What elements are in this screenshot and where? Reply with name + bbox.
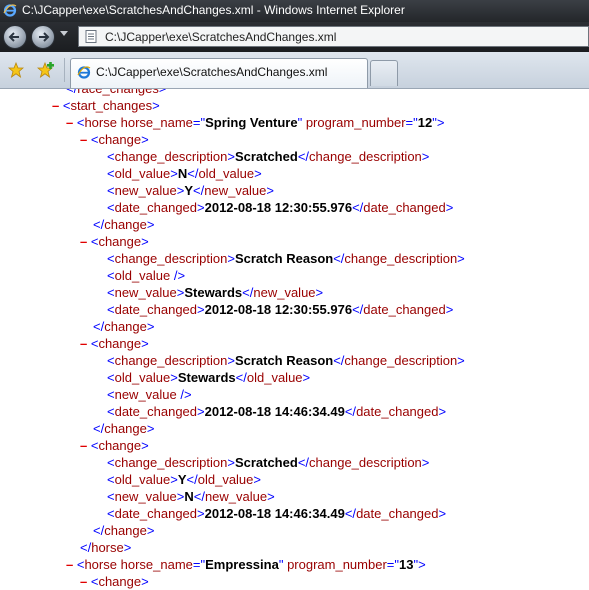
xml-date-changed: <date_changed>2012-08-18 14:46:34.49</da… (107, 404, 447, 419)
xml-new-value: <new_value>Stewards</new_value> (107, 285, 324, 300)
partial-closing-tag: </race_changes> (66, 89, 166, 97)
xml-new-value: <new_value>Y</new_value> (107, 183, 274, 198)
title-bar: C:\JCapper\exe\ScratchesAndChanges.xml -… (0, 0, 589, 22)
xml-date-changed: <date_changed>2012-08-18 12:30:55.976</d… (107, 302, 454, 317)
xml-change-node[interactable]: – <change> (80, 131, 149, 148)
collapse-toggle[interactable]: – (52, 98, 59, 113)
xml-change-close: </change> (93, 523, 155, 538)
favorites-star-icon[interactable] (8, 62, 24, 78)
collapse-toggle[interactable]: – (80, 132, 87, 147)
collapse-toggle[interactable]: – (80, 574, 87, 589)
tab-active[interactable]: C:\JCapper\exe\ScratchesAndChanges.xml (70, 58, 368, 88)
tab-label: C:\JCapper\exe\ScratchesAndChanges.xml (96, 65, 328, 79)
xml-change-node[interactable]: – <change> (80, 335, 149, 352)
xml-change-node[interactable]: – <change> (80, 573, 149, 590)
collapse-toggle[interactable]: – (80, 234, 87, 249)
xml-old-value: <old_value /> (107, 268, 186, 283)
internet-explorer-icon (3, 4, 17, 17)
xml-change-close: </change> (93, 421, 155, 436)
forward-arrow-icon (39, 32, 50, 42)
xml-change-node[interactable]: – <change> (80, 437, 149, 454)
xml-start-changes-open[interactable]: – <start_changes> (52, 97, 160, 114)
tab-row: C:\JCapper\exe\ScratchesAndChanges.xml (0, 52, 589, 89)
xml-change-description: <change_description>Scratched</change_de… (107, 149, 430, 164)
new-tab-button[interactable] (370, 60, 398, 86)
xml-horse-node[interactable]: – <horse horse_name="Spring Venture" pro… (66, 114, 444, 131)
page-icon (85, 30, 97, 43)
xml-change-description: <change_description>Scratch Reason</chan… (107, 251, 465, 266)
xml-document: </race_changes> – <start_changes>– <hors… (0, 89, 589, 590)
xml-old-value: <old_value>Stewards</old_value> (107, 370, 311, 385)
address-url: C:\JCapper\exe\ScratchesAndChanges.xml (105, 30, 337, 44)
xml-date-changed: <date_changed>2012-08-18 12:30:55.976</d… (107, 200, 454, 215)
xml-old-value: <old_value>Y</old_value> (107, 472, 261, 487)
internet-explorer-icon (77, 66, 91, 79)
xml-old-value: <old_value>N</old_value> (107, 166, 262, 181)
back-button[interactable] (3, 25, 27, 49)
xml-change-node[interactable]: – <change> (80, 233, 149, 250)
collapse-toggle[interactable]: – (80, 438, 87, 453)
xml-horse-close: </horse> (80, 540, 132, 555)
forward-button[interactable] (31, 25, 55, 49)
xml-new-value: <new_value /> (107, 387, 192, 402)
collapse-toggle[interactable]: – (66, 557, 73, 572)
back-arrow-icon (8, 32, 19, 42)
xml-change-description: <change_description>Scratch Reason</chan… (107, 353, 465, 368)
xml-change-description: <change_description>Scratched</change_de… (107, 455, 430, 470)
address-bar[interactable]: C:\JCapper\exe\ScratchesAndChanges.xml (78, 26, 589, 47)
collapse-toggle[interactable]: – (66, 115, 73, 130)
xml-change-close: </change> (93, 319, 155, 334)
xml-change-close: </change> (93, 217, 155, 232)
xml-horse-node[interactable]: – <horse horse_name="Empressina" program… (66, 556, 426, 573)
add-favorites-icon[interactable] (37, 62, 55, 78)
navigation-bar: C:\JCapper\exe\ScratchesAndChanges.xml (0, 22, 589, 52)
window-title: C:\JCapper\exe\ScratchesAndChanges.xml -… (22, 3, 405, 17)
toolbar-separator (64, 58, 65, 82)
recent-pages-dropdown[interactable] (60, 31, 68, 36)
xml-new-value: <new_value>N</new_value> (107, 489, 275, 504)
collapse-toggle[interactable]: – (80, 336, 87, 351)
xml-date-changed: <date_changed>2012-08-18 14:46:34.49</da… (107, 506, 447, 521)
